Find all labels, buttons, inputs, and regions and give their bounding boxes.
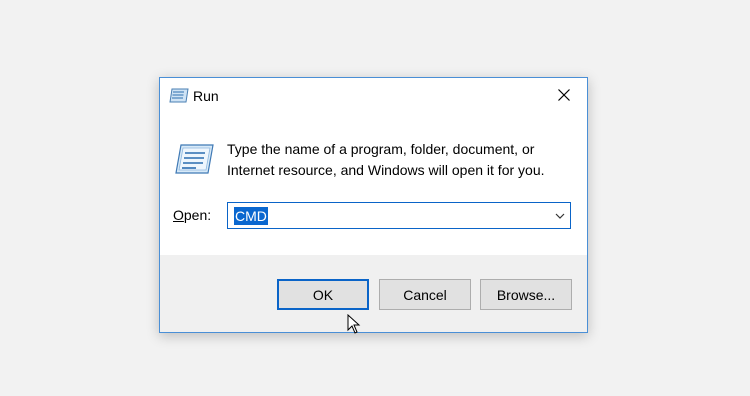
open-combobox[interactable]: CMD xyxy=(227,202,571,229)
close-button[interactable] xyxy=(541,78,587,112)
mouse-pointer-icon xyxy=(347,314,361,334)
open-label: Open: xyxy=(173,207,211,223)
run-icon xyxy=(169,88,189,103)
open-label-rest: pen: xyxy=(183,207,212,223)
close-icon xyxy=(558,89,570,101)
browse-button[interactable]: Browse... xyxy=(480,279,572,310)
window-title: Run xyxy=(193,88,219,104)
open-input-value[interactable]: CMD xyxy=(234,207,268,225)
cancel-button[interactable]: Cancel xyxy=(379,279,471,310)
button-footer: OK Cancel Browse... xyxy=(160,255,587,332)
description-line-1: Type the name of a program, folder, docu… xyxy=(227,141,535,157)
chevron-down-icon[interactable] xyxy=(554,210,566,222)
run-program-icon xyxy=(175,144,214,174)
title-bar[interactable]: Run xyxy=(160,78,587,114)
ok-button[interactable]: OK xyxy=(277,279,369,310)
open-label-accelerator: O xyxy=(173,207,184,223)
description-text: Type the name of a program, folder, docu… xyxy=(227,139,572,181)
description-line-2: Internet resource, and Windows will open… xyxy=(227,162,545,178)
run-dialog: Run Type the name of a program, folder, … xyxy=(159,77,588,333)
